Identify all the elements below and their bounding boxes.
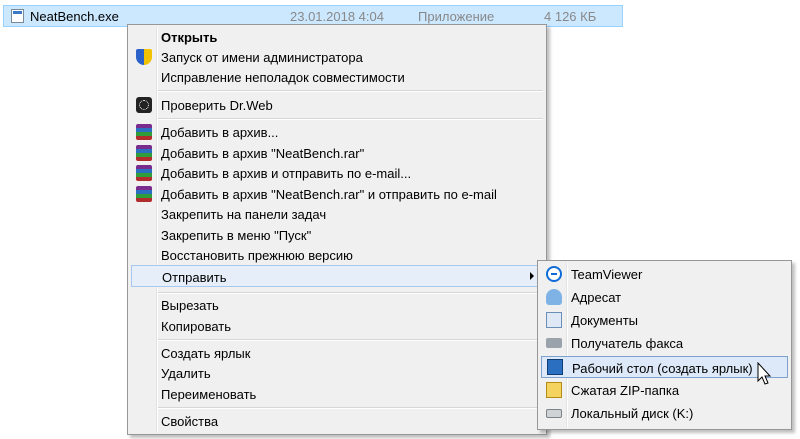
- menu-item-label: Открыть: [161, 30, 218, 45]
- winrar-icon: [136, 186, 152, 202]
- menu-item-label: Рабочий стол (создать ярлык): [572, 361, 753, 376]
- menu-separator: [158, 407, 543, 409]
- menu-item-label: TeamViewer: [571, 267, 643, 282]
- menu-item-compatibility[interactable]: Исправление неполадок совместимости: [131, 67, 543, 87]
- menu-item-label: Добавить в архив и отправить по e-mail..…: [161, 166, 412, 181]
- menu-item-label: Вырезать: [161, 298, 219, 313]
- send-to-submenu: TeamViewer Адресат Документы Получатель …: [537, 260, 792, 430]
- menu-separator: [158, 292, 543, 294]
- menu-item-label: Добавить в архив...: [161, 125, 279, 140]
- menu-item-restore-version[interactable]: Восстановить прежнюю версию: [131, 245, 543, 265]
- desktop-icon: [547, 359, 563, 375]
- menu-item-label: Закрепить на панели задач: [161, 207, 327, 222]
- menu-item-label: Удалить: [161, 366, 211, 381]
- zip-folder-icon: [546, 382, 562, 398]
- menu-separator: [158, 90, 543, 92]
- menu-item-send-to[interactable]: Отправить: [131, 265, 543, 287]
- file-size: 4 126 КБ: [544, 9, 597, 24]
- menu-item-label: Исправление неполадок совместимости: [161, 70, 405, 85]
- documents-icon: [546, 312, 562, 328]
- send-to-local-disk-k[interactable]: Локальный диск (K:): [541, 403, 788, 423]
- menu-item-create-shortcut[interactable]: Создать ярлык: [131, 343, 543, 363]
- menu-item-label: Локальный диск (K:): [571, 406, 694, 421]
- mouse-pointer-icon: [757, 362, 772, 385]
- menu-item-pin-start[interactable]: Закрепить в меню "Пуск": [131, 225, 543, 245]
- menu-item-label: Отправить: [162, 270, 227, 285]
- menu-item-label: Закрепить в меню "Пуск": [161, 228, 312, 243]
- menu-item-pin-taskbar[interactable]: Закрепить на панели задач: [131, 204, 543, 224]
- menu-item-drweb[interactable]: Проверить Dr.Web: [131, 95, 543, 115]
- menu-item-delete[interactable]: Удалить: [131, 363, 543, 383]
- menu-item-label: Запуск от имени администратора: [161, 50, 363, 65]
- teamviewer-icon: [546, 266, 562, 282]
- menu-item-cut[interactable]: Вырезать: [131, 295, 543, 315]
- send-to-fax-recipient[interactable]: Получатель факса: [541, 333, 788, 353]
- drweb-icon: [136, 97, 152, 113]
- menu-separator: [158, 118, 543, 120]
- menu-item-label: Восстановить прежнюю версию: [161, 248, 353, 263]
- menu-item-label: Адресат: [571, 290, 622, 305]
- file-name: NeatBench.exe: [30, 9, 119, 24]
- menu-item-label: Получатель факса: [571, 336, 684, 351]
- file-type: Приложение: [418, 9, 495, 24]
- menu-item-label: Сжатая ZIP-папка: [571, 383, 680, 398]
- menu-item-add-archive-email[interactable]: Добавить в архив и отправить по e-mail..…: [131, 163, 543, 183]
- send-to-documents[interactable]: Документы: [541, 310, 788, 330]
- menu-separator: [158, 339, 543, 341]
- menu-item-add-neatbench-rar[interactable]: Добавить в архив "NeatBench.rar": [131, 143, 543, 163]
- fax-icon: [546, 338, 562, 348]
- menu-item-label: Создать ярлык: [161, 346, 251, 361]
- menu-item-rename[interactable]: Переименовать: [131, 384, 543, 404]
- winrar-icon: [136, 124, 152, 140]
- menu-item-properties[interactable]: Свойства: [131, 411, 543, 431]
- menu-item-add-archive[interactable]: Добавить в архив...: [131, 122, 543, 142]
- local-disk-icon: [546, 409, 562, 418]
- menu-item-label: Переименовать: [161, 387, 257, 402]
- menu-item-label: Свойства: [161, 414, 219, 429]
- menu-item-copy[interactable]: Копировать: [131, 316, 543, 336]
- winrar-icon: [136, 165, 152, 181]
- contact-icon: [546, 289, 562, 305]
- send-to-teamviewer[interactable]: TeamViewer: [541, 264, 788, 284]
- menu-item-label: Проверить Dr.Web: [161, 98, 273, 113]
- uac-shield-icon: [136, 49, 152, 65]
- menu-item-add-neatbench-rar-email[interactable]: Добавить в архив "NeatBench.rar" и отпра…: [131, 184, 543, 204]
- menu-item-open[interactable]: Открыть: [131, 27, 543, 47]
- send-to-mail-recipient[interactable]: Адресат: [541, 287, 788, 307]
- context-menu: Открыть Запуск от имени администратора И…: [127, 24, 547, 435]
- send-to-desktop-shortcut[interactable]: Рабочий стол (создать ярлык): [541, 356, 788, 378]
- send-to-zip-folder[interactable]: Сжатая ZIP-папка: [541, 380, 788, 400]
- menu-item-label: Копировать: [161, 319, 231, 334]
- exe-file-icon: [11, 9, 24, 23]
- menu-item-label: Добавить в архив "NeatBench.rar" и отпра…: [161, 187, 497, 202]
- menu-item-label: Документы: [571, 313, 639, 328]
- submenu-arrow-icon: [530, 272, 534, 280]
- winrar-icon: [136, 145, 152, 161]
- file-date: 23.01.2018 4:04: [290, 9, 384, 24]
- menu-item-label: Добавить в архив "NeatBench.rar": [161, 146, 365, 161]
- menu-item-run-as-admin[interactable]: Запуск от имени администратора: [131, 47, 543, 67]
